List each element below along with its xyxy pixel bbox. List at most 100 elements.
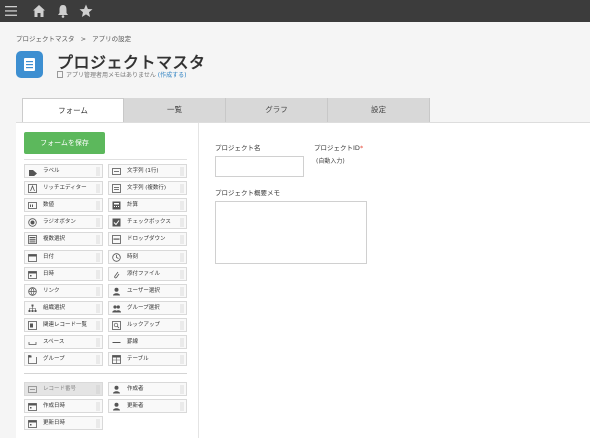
palette-field-datetime[interactable]: 日時 [24,266,103,281]
palette-field-multi-select[interactable]: 複数選択 [24,232,103,247]
drag-handle-icon[interactable] [96,269,100,279]
memo-text: アプリ管理者用メモはありません [66,72,156,79]
palette-field-attachment[interactable]: 添付ファイル [108,266,187,281]
palette-field-user[interactable]: 更新者 [108,399,187,413]
palette-field-label: テーブル [127,356,149,363]
palette-field-label: 日時 [43,270,55,277]
star-icon[interactable] [78,3,94,19]
drag-handle-icon[interactable] [96,235,100,245]
drag-handle-icon[interactable] [180,184,184,194]
drag-handle-icon[interactable] [180,167,184,176]
palette-field-calc[interactable]: 計算 [108,198,187,213]
breadcrumb-separator: > [80,35,87,43]
palette-field-space[interactable]: スペース [24,335,103,349]
palette-field-table[interactable]: テーブル [108,352,187,367]
palette-field-label: リッチエディター [43,185,87,192]
palette-field-org[interactable]: 組織選択 [24,300,103,315]
memo-textarea[interactable] [215,201,367,264]
bell-icon[interactable] [55,3,71,19]
palette-field-dropdown[interactable]: ドロップダウン [108,232,187,247]
palette-field-label: ユーザー選択 [127,287,160,294]
drag-handle-icon[interactable] [180,286,184,296]
drag-handle-icon[interactable] [96,338,100,347]
palette-field-label: 作成者 [127,386,144,392]
drag-handle-icon[interactable] [96,184,100,194]
palette-field-number[interactable]: 数値 [24,198,103,213]
palette-field-line[interactable]: 罫線 [108,335,187,349]
rich-editor-icon [28,184,37,193]
drag-handle-icon[interactable] [96,320,100,330]
tab-graph[interactable]: グラフ [226,98,328,122]
project-name-input[interactable] [215,156,304,177]
breadcrumb: プロジェクトマスタ > アプリの設定 [16,33,135,43]
tab-list[interactable]: 一覧 [124,98,226,122]
palette-field-label: 更新日時 [43,420,66,426]
tab-form[interactable]: フォーム [22,98,124,123]
drag-handle-icon[interactable] [96,402,100,411]
drag-handle-icon[interactable] [180,338,184,347]
palette-field-text-multiline[interactable]: 文字列 (複数行) [108,181,187,196]
palette-field-datetime[interactable]: 作成日時 [24,399,103,413]
palette-field-label: ドロップダウン [127,236,166,243]
drag-handle-icon[interactable] [180,252,184,262]
palette-field-user[interactable]: ユーザー選択 [108,283,187,298]
palette-field-checkbox[interactable]: チェックボックス [108,215,187,230]
user-icon [112,402,121,411]
dropdown-icon [112,235,121,245]
drag-handle-icon[interactable] [96,419,100,428]
home-icon[interactable] [31,3,47,19]
palette-field-label: 複数選択 [43,236,66,243]
palette-field-label: 日付 [43,253,55,260]
palette-field-label[interactable]: ラベル [24,164,103,178]
save-form-button[interactable]: フォームを保存 [24,132,105,154]
drag-handle-icon[interactable] [96,303,100,313]
palette-field-rich-editor[interactable]: リッチエディター [24,181,103,196]
drag-handle-icon[interactable] [180,355,184,365]
palette-field-label: チェックボックス [127,219,171,226]
drag-handle-icon[interactable] [180,320,184,330]
palette-field-label: 更新者 [127,403,144,409]
palette-field-datetime[interactable]: 更新日時 [24,416,103,430]
drag-handle-icon[interactable] [180,218,184,228]
memo-create-link[interactable]: (作成する) [158,72,187,79]
drag-handle-icon[interactable] [180,201,184,211]
palette-field-record-number[interactable]: レコード番号 [24,382,103,396]
app-memo: アプリ管理者用メモはありません (作成する) [57,70,186,79]
palette-field-lookup[interactable]: ルックアップ [108,317,187,332]
palette-field-user[interactable]: 作成者 [108,382,187,396]
palette-field-label: 時刻 [127,253,139,260]
drag-handle-icon[interactable] [180,385,184,394]
palette-field-related-records[interactable]: 関連レコード一覧 [24,317,103,332]
user-icon [112,385,121,394]
drag-handle-icon[interactable] [96,355,100,365]
palette-field-group[interactable]: グループ選択 [108,300,187,315]
palette-field-group-box[interactable]: グループ [24,352,103,367]
palette-field-link[interactable]: リンク [24,283,103,298]
palette-field-text-line[interactable]: 文字列 (1行) [108,164,187,178]
palette-field-label: 関連レコード一覧 [43,321,88,328]
palette-field-clock[interactable]: 時刻 [108,249,187,264]
project-id-label: プロジェクトID* [314,144,364,152]
drag-handle-icon[interactable] [96,286,100,296]
palette-canvas-divider [198,123,199,438]
app-icon [16,51,43,78]
palette-field-date[interactable]: 日付 [24,249,103,264]
breadcrumb-app-link[interactable]: プロジェクトマスタ [16,35,75,43]
drag-handle-icon[interactable] [180,402,184,411]
text-line-icon [112,167,121,176]
menu-icon[interactable] [4,3,20,19]
drag-handle-icon[interactable] [96,385,100,394]
palette-field-radio[interactable]: ラジオボタン [24,215,103,230]
drag-handle-icon[interactable] [96,252,100,262]
drag-handle-icon[interactable] [96,167,100,176]
drag-handle-icon[interactable] [180,235,184,245]
memo-icon [57,71,63,78]
drag-handle-icon[interactable] [180,303,184,313]
tab-settings[interactable]: 設定 [328,98,430,122]
drag-handle-icon[interactable] [96,218,100,228]
drag-handle-icon[interactable] [96,201,100,211]
attachment-icon [112,270,121,279]
drag-handle-icon[interactable] [180,269,184,279]
settings-tabs: フォーム 一覧 グラフ 設定 [22,98,430,123]
palette-divider [24,159,187,160]
